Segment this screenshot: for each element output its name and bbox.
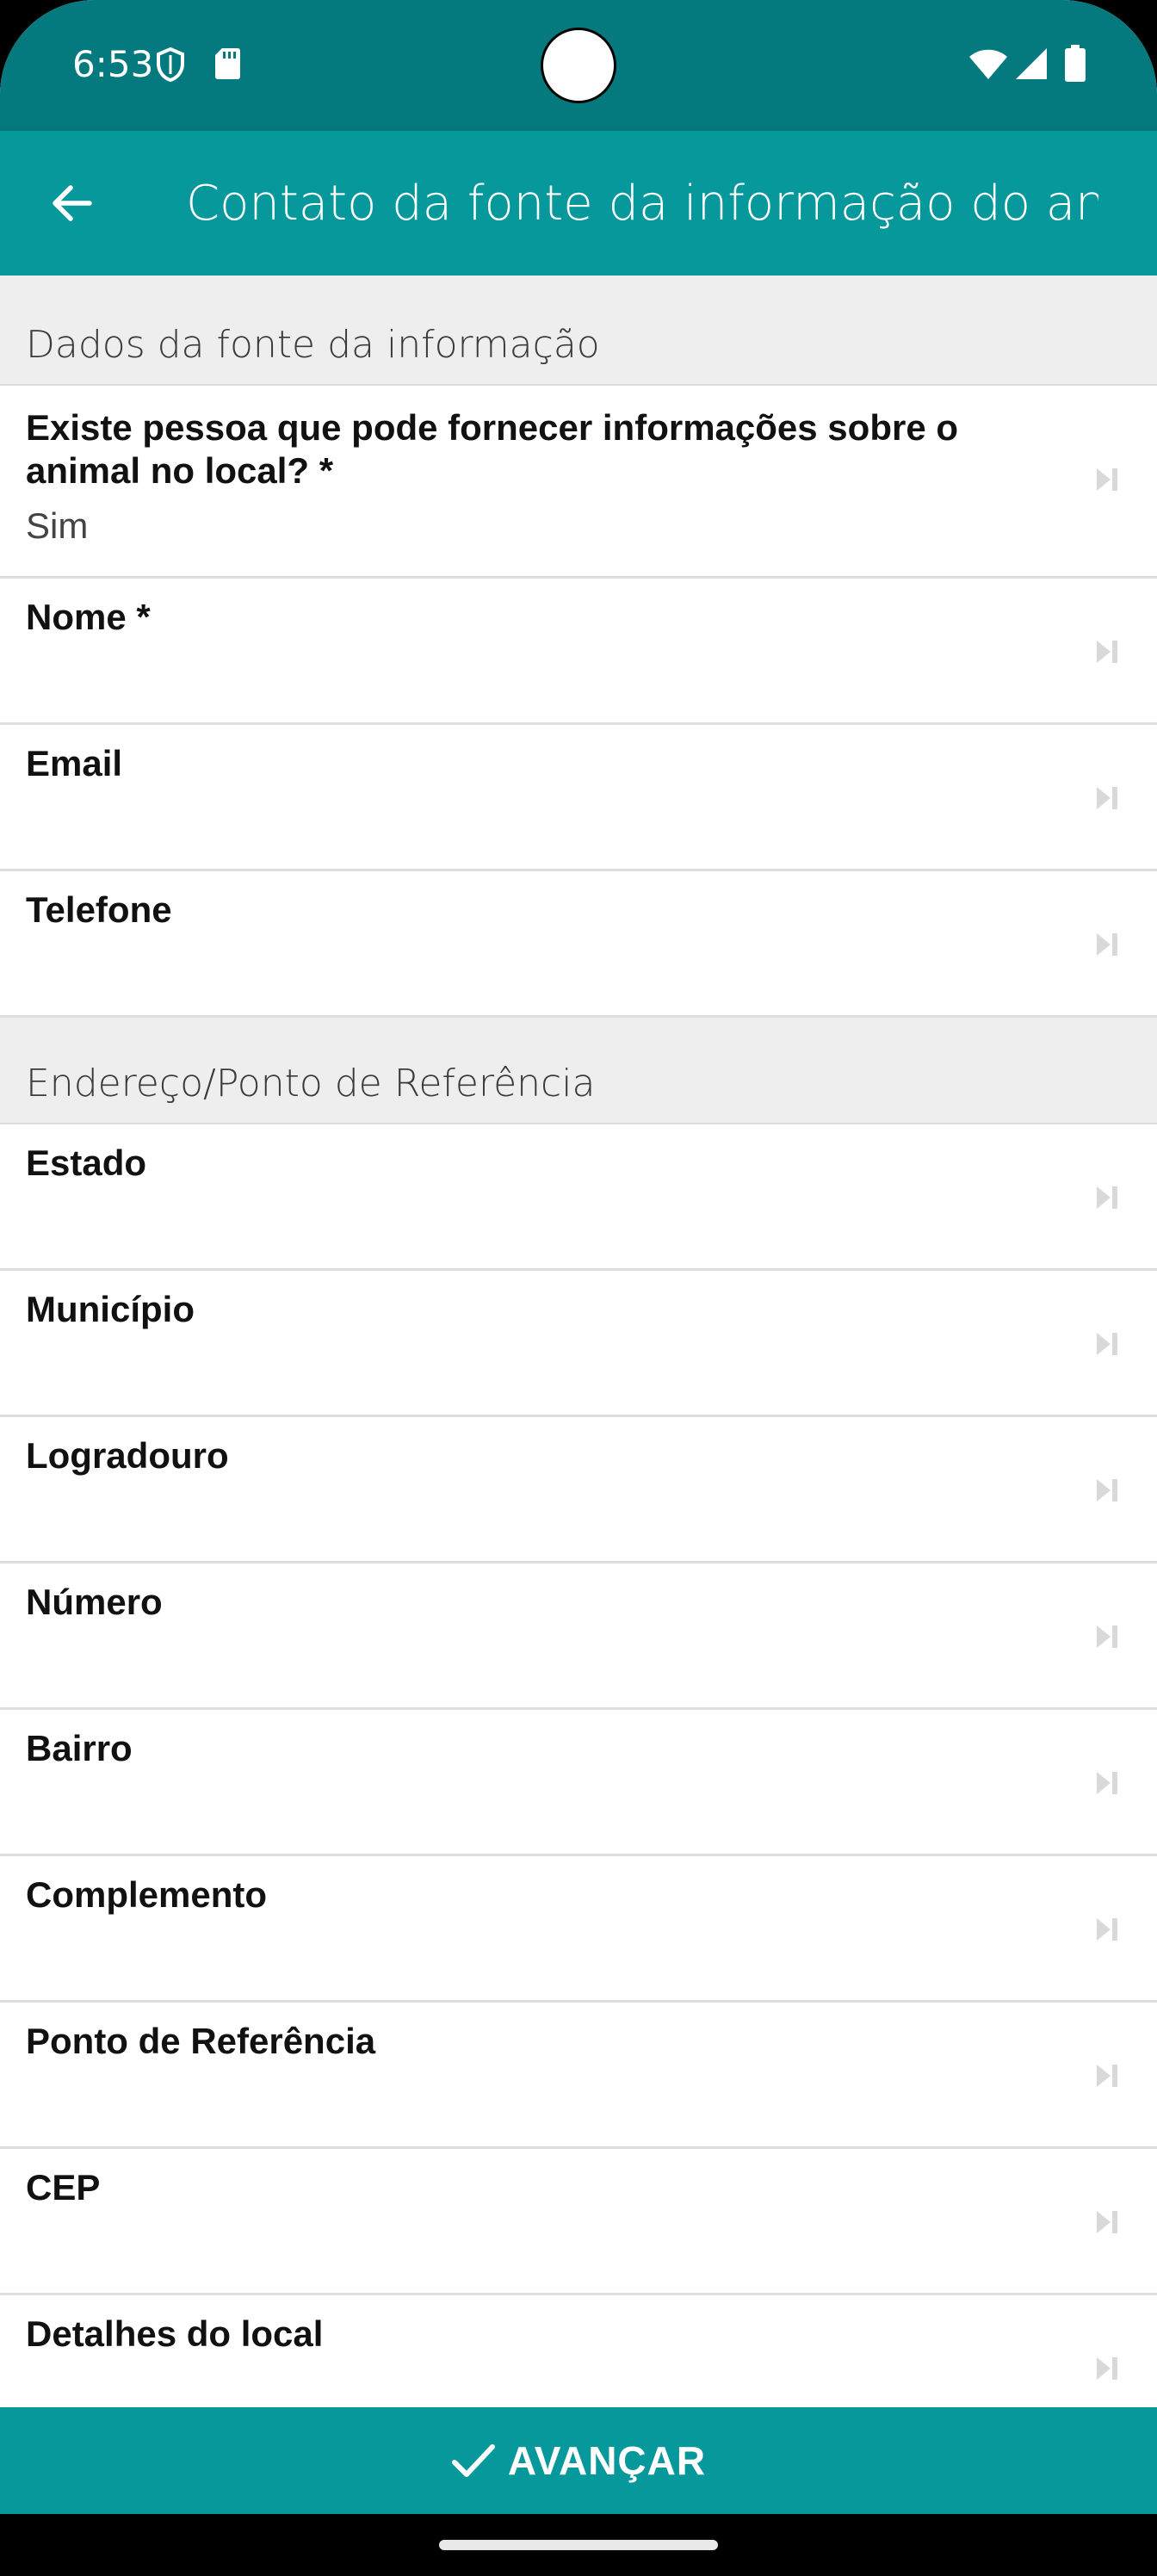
advance-button[interactable]: AVANÇAR [0, 2407, 1157, 2514]
field-logradouro[interactable]: Logradouro [0, 1417, 1157, 1564]
phone-screen: 6:53 Contato da fonte da informação do a… [0, 0, 1157, 2576]
check-icon [451, 2444, 495, 2477]
skip-next-icon[interactable] [1095, 2356, 1119, 2381]
skip-next-icon[interactable] [1095, 467, 1119, 492]
field-municipio[interactable]: Município [0, 1271, 1157, 1417]
skip-next-icon[interactable] [1095, 1185, 1119, 1211]
shield-icon [157, 46, 184, 83]
signal-icon [1016, 48, 1047, 79]
home-gesture-handle[interactable] [439, 2540, 718, 2550]
section-header-label: Endereço/Ponto de Referência [26, 1062, 596, 1105]
field-bairro[interactable]: Bairro [0, 1710, 1157, 1856]
battery-icon [1065, 45, 1086, 82]
skip-next-icon[interactable] [1095, 1331, 1119, 1357]
field-estado[interactable]: Estado [0, 1124, 1157, 1271]
field-label: Detalhes do local [26, 2313, 324, 2354]
field-ponto-referencia[interactable]: Ponto de Referência [0, 2003, 1157, 2149]
field-label: Nome * [26, 597, 151, 637]
field-email[interactable]: Email [0, 725, 1157, 871]
sd-card-icon [215, 48, 240, 79]
field-nome[interactable]: Nome * [0, 579, 1157, 725]
field-complemento[interactable]: Complemento [0, 1856, 1157, 2003]
app-bar: Contato da fonte da informação do ani… [0, 131, 1157, 276]
field-cep[interactable]: CEP [0, 2149, 1157, 2295]
skip-next-icon[interactable] [1095, 1917, 1119, 1942]
arrow-left-icon[interactable] [45, 176, 100, 231]
skip-next-icon[interactable] [1095, 1477, 1119, 1503]
section-header-endereco: Endereço/Ponto de Referência [0, 1018, 1157, 1124]
field-label: Ponto de Referência [26, 2021, 376, 2061]
section-header-label: Dados da fonte da informação [26, 323, 600, 367]
wifi-icon [969, 49, 1007, 79]
field-value: Sim [26, 505, 89, 546]
skip-next-icon[interactable] [1095, 1624, 1119, 1650]
field-label: Município [26, 1289, 195, 1329]
field-numero[interactable]: Número [0, 1564, 1157, 1710]
field-label: Email [26, 743, 123, 783]
field-label: Bairro [26, 1728, 133, 1768]
skip-next-icon[interactable] [1095, 932, 1119, 957]
navigation-bar [0, 2514, 1157, 2576]
form-content: Dados da fonte da informação Existe pess… [0, 276, 1157, 2442]
field-label: Telefone [26, 889, 172, 930]
field-label: Complemento [26, 1874, 268, 1915]
skip-next-icon[interactable] [1095, 2063, 1119, 2089]
field-existe-pessoa[interactable]: Existe pessoa que pode fornecer informaç… [0, 386, 1157, 579]
field-label: Existe pessoa que pode fornecer informaç… [26, 407, 958, 491]
skip-next-icon[interactable] [1095, 1770, 1119, 1796]
field-label: Logradouro [26, 1435, 229, 1476]
advance-button-label: AVANÇAR [507, 2438, 707, 2483]
skip-next-icon[interactable] [1095, 785, 1119, 811]
front-camera [541, 28, 616, 103]
field-telefone[interactable]: Telefone [0, 871, 1157, 1018]
status-bar: 6:53 [0, 0, 1157, 131]
skip-next-icon[interactable] [1095, 639, 1119, 665]
status-time: 6:53 [72, 43, 154, 85]
section-header-dados-fonte: Dados da fonte da informação [0, 276, 1157, 386]
skip-next-icon[interactable] [1095, 2209, 1119, 2235]
field-label: CEP [26, 2167, 101, 2208]
page-title: Contato da fonte da informação do ani… [186, 176, 1098, 232]
field-label: Número [26, 1582, 163, 1622]
field-label: Estado [26, 1142, 147, 1183]
